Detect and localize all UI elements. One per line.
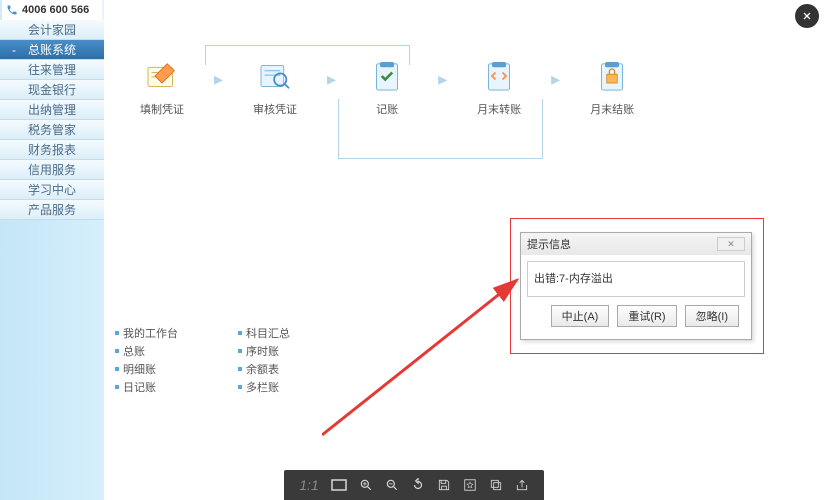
ignore-button[interactable]: 忽略(I) xyxy=(685,305,739,327)
bullet-icon xyxy=(115,331,119,335)
bullet-icon xyxy=(238,331,242,335)
dialog-buttons: 中止(A) 重试(R) 忽略(I) xyxy=(527,297,745,333)
workflow-icon xyxy=(591,55,633,97)
fit-screen-icon[interactable] xyxy=(331,479,347,491)
viewer-toolbar: 1:1 xyxy=(284,470,544,500)
nav-item-8[interactable]: 学习中心 xyxy=(0,180,104,200)
quick-link[interactable]: 日记账 xyxy=(115,379,178,395)
star-icon[interactable] xyxy=(463,478,477,492)
dialog-message: 出错:7-内存溢出 xyxy=(527,261,745,297)
dialog-titlebar: 提示信息 ✕ xyxy=(521,233,751,255)
zoom-ratio: 1:1 xyxy=(299,477,318,493)
quick-link[interactable]: 明细账 xyxy=(115,361,178,377)
link-label: 日记账 xyxy=(123,379,156,395)
quick-link[interactable]: 我的工作台 xyxy=(115,325,178,341)
dialog-close-button[interactable]: ✕ xyxy=(717,237,745,251)
workflow-node-0[interactable]: 填制凭证 xyxy=(140,55,184,117)
zoom-in-icon[interactable] xyxy=(359,478,373,492)
workflow-diagram: 填制凭证 ▸ 审核凭证 ▸ 记账 ▸ 月末转账 ▸ 月末结账 xyxy=(140,55,634,117)
link-label: 我的工作台 xyxy=(123,325,178,341)
phone-icon xyxy=(6,4,18,16)
workflow-label: 填制凭证 xyxy=(140,101,184,117)
bullet-icon xyxy=(238,367,242,371)
workflow-arrow: ▸ xyxy=(438,69,447,90)
link-label: 多栏账 xyxy=(246,379,279,395)
link-label: 明细账 xyxy=(123,361,156,377)
workflow-label: 月末结账 xyxy=(590,101,634,117)
bullet-icon xyxy=(115,385,119,389)
sidebar: 4006 600 566 会计家园总账系统往来管理现金银行出纳管理税务管家财务报… xyxy=(0,0,104,500)
workflow-node-2[interactable]: 记账 xyxy=(366,55,408,117)
quick-link[interactable]: 总账 xyxy=(115,343,178,359)
nav-item-1[interactable]: 总账系统 xyxy=(0,40,104,60)
workflow-node-3[interactable]: 月末转账 xyxy=(477,55,521,117)
workflow-icon xyxy=(478,55,520,97)
workflow-label: 月末转账 xyxy=(477,101,521,117)
nav-item-4[interactable]: 出纳管理 xyxy=(0,100,104,120)
workflow-icon xyxy=(254,55,296,97)
nav-item-5[interactable]: 税务管家 xyxy=(0,120,104,140)
bullet-icon xyxy=(115,367,119,371)
nav-item-9[interactable]: 产品服务 xyxy=(0,200,104,220)
link-label: 科目汇总 xyxy=(246,325,290,341)
abort-button[interactable]: 中止(A) xyxy=(551,305,610,327)
dialog-body: 出错:7-内存溢出 中止(A) 重试(R) 忽略(I) xyxy=(521,255,751,339)
error-dialog: 提示信息 ✕ 出错:7-内存溢出 中止(A) 重试(R) 忽略(I) xyxy=(520,232,752,340)
link-label: 余额表 xyxy=(246,361,279,377)
nav-item-6[interactable]: 财务报表 xyxy=(0,140,104,160)
sidebar-filler xyxy=(0,220,104,500)
workflow-arrow: ▸ xyxy=(214,69,223,90)
workflow-node-1[interactable]: 审核凭证 xyxy=(253,55,297,117)
dialog-title: 提示信息 xyxy=(527,236,571,252)
link-label: 总账 xyxy=(123,343,145,359)
quick-link[interactable]: 序时账 xyxy=(238,343,290,359)
nav-item-7[interactable]: 信用服务 xyxy=(0,160,104,180)
phone-bar: 4006 600 566 xyxy=(2,0,102,20)
save-icon[interactable] xyxy=(437,478,451,492)
quick-link[interactable]: 多栏账 xyxy=(238,379,290,395)
bullet-icon xyxy=(238,349,242,353)
copy-icon[interactable] xyxy=(489,478,503,492)
share-icon[interactable] xyxy=(515,478,529,492)
workflow-arrow: ▸ xyxy=(551,69,560,90)
workflow-node-4[interactable]: 月末结账 xyxy=(590,55,634,117)
nav-item-0[interactable]: 会计家园 xyxy=(0,20,104,40)
bullet-icon xyxy=(115,349,119,353)
nav-item-2[interactable]: 往来管理 xyxy=(0,60,104,80)
workflow-arrow: ▸ xyxy=(327,69,336,90)
quick-link[interactable]: 科目汇总 xyxy=(238,325,290,341)
rotate-icon[interactable] xyxy=(411,478,425,492)
workflow-icon xyxy=(366,55,408,97)
nav-item-3[interactable]: 现金银行 xyxy=(0,80,104,100)
workflow-label: 审核凭证 xyxy=(253,101,297,117)
close-button[interactable] xyxy=(795,4,819,28)
workflow-icon xyxy=(141,55,183,97)
quick-link[interactable]: 余额表 xyxy=(238,361,290,377)
close-icon xyxy=(801,10,813,22)
phone-number: 4006 600 566 xyxy=(22,4,89,16)
annotation-arrow xyxy=(322,255,542,455)
zoom-out-icon[interactable] xyxy=(385,478,399,492)
retry-button[interactable]: 重试(R) xyxy=(617,305,676,327)
bullet-icon xyxy=(238,385,242,389)
link-label: 序时账 xyxy=(246,343,279,359)
quick-links: 我的工作台总账明细账日记账 科目汇总序时账余额表多栏账 xyxy=(115,325,290,395)
